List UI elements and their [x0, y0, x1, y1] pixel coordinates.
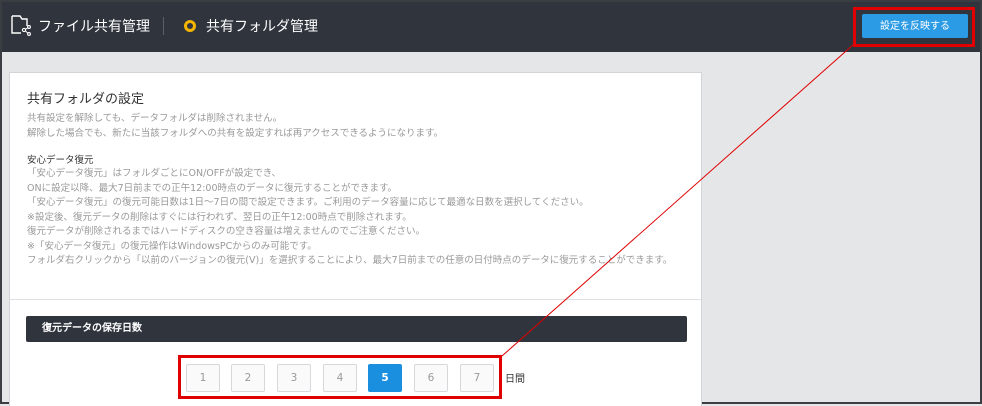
safe-restore-title: 安心データ復元 — [27, 155, 94, 166]
description: 共有設定を解除しても、データフォルダは削除されません。 解除した場合でも、新たに… — [27, 112, 443, 141]
days-unit-label: 日間 — [505, 374, 525, 385]
safe-restore-line: ※設定後、復元データの削除はすぐには行われず、翌日の正午12:00時点で削除され… — [27, 211, 412, 223]
apply-button-highlight — [853, 7, 975, 47]
description-line: 解除した場合でも、新たに当該フォルダへの共有を設定すれば再アクセスできるようにな… — [27, 127, 444, 139]
safe-restore-line: ONに設定以降、最大7日前までの正午12:00時点のデータに復元することができま… — [27, 182, 398, 194]
app-title: ファイル共有管理 — [38, 19, 150, 35]
safe-restore-line: 「安心データ復元」の復元可能日数は1日〜7日の間で設定できます。ご利用のデータ容… — [27, 197, 589, 208]
retention-days-header: 復元データの保存日数 — [26, 316, 687, 342]
safe-restore-line: フォルダ右クリックから「以前のバージョンの復元(V)」を選択することにより、最大… — [27, 255, 673, 266]
top-bar: ファイル共有管理 共有フォルダ管理 設定を反映する — [2, 2, 980, 52]
panel-title: 共有フォルダの設定 — [27, 92, 145, 107]
settings-description: 共有フォルダの設定 共有設定を解除しても、データフォルダは削除されません。 解除… — [10, 73, 701, 300]
safe-restore-line: ※「安心データ復元」の復元操作はWindowsPCからのみ可能です。 — [27, 240, 317, 252]
safe-restore-line: 復元データが削除されるまではハードディスクの空き容量は増えませんのでご注意くださ… — [27, 226, 426, 237]
description-line: 共有設定を解除しても、データフォルダは削除されません。 — [27, 113, 283, 124]
safe-restore-description: 「安心データ復元」はフォルダごとにON/OFFが設定でき、 ONに設定以降、最大… — [27, 167, 695, 269]
day-options-highlight — [178, 355, 502, 399]
shared-folder-icon — [11, 15, 31, 36]
status-circle-icon — [184, 20, 196, 32]
safe-restore-line: 「安心データ復元」はフォルダごとにON/OFFが設定でき、 — [27, 168, 282, 179]
header-divider — [163, 17, 164, 35]
page-title: 共有フォルダ管理 — [206, 19, 318, 35]
